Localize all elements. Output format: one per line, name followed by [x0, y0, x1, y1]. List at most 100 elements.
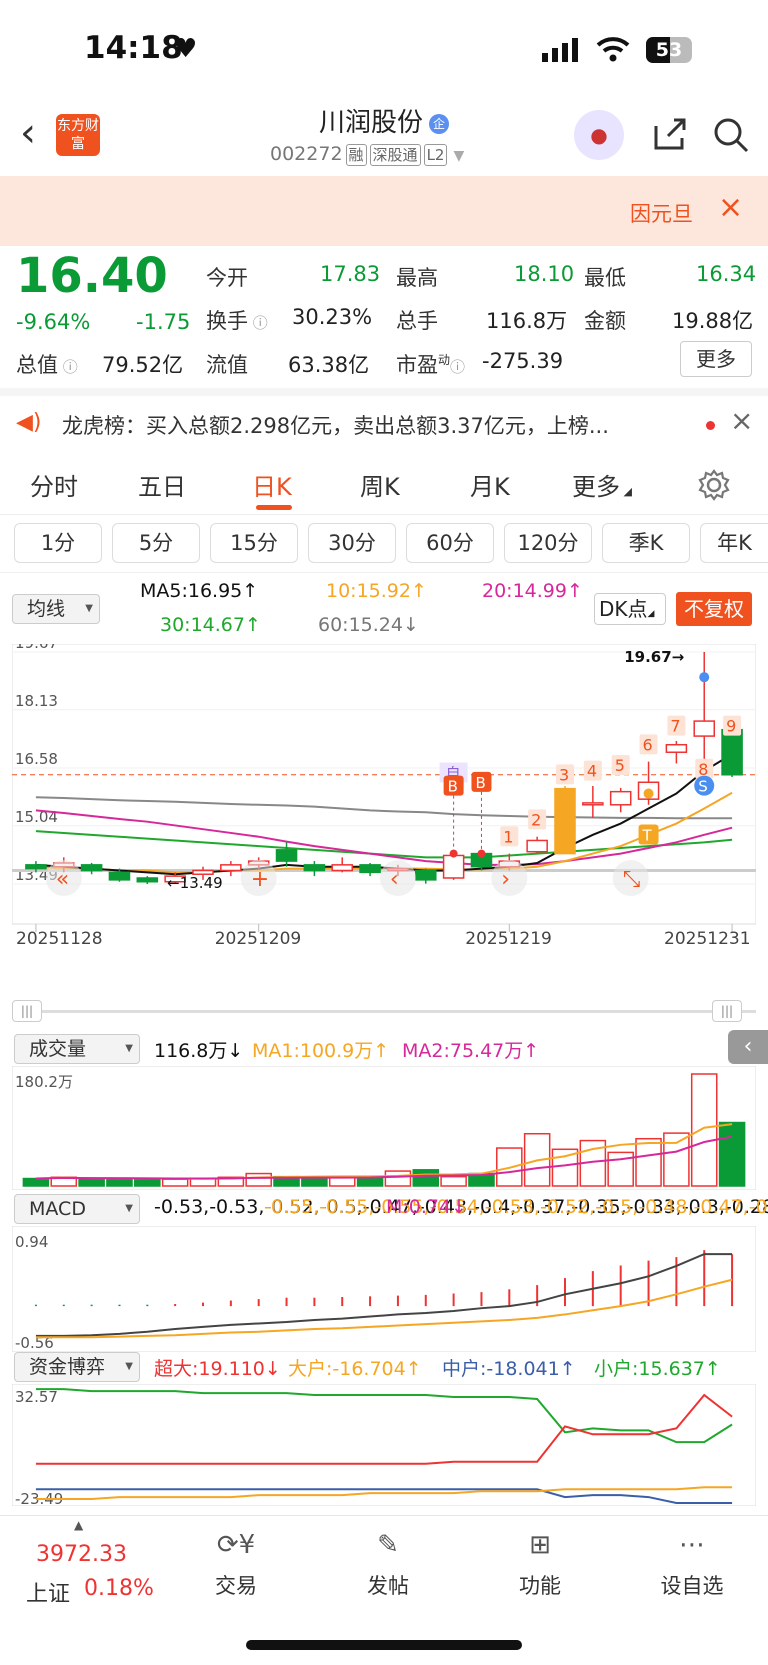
- volume-chart: 180.2万: [12, 1066, 756, 1190]
- period-30min[interactable]: 30分: [308, 523, 396, 563]
- dk-point-select[interactable]: DK点◢: [594, 593, 666, 625]
- scroll-handle-left[interactable]: |||: [12, 1000, 42, 1022]
- nav-add-watchlist[interactable]: ⋯ 设自选: [642, 1530, 742, 1600]
- float-label: 流值: [206, 353, 248, 377]
- chart-frame: [12, 1384, 756, 1506]
- fund-bottom-label: -23.49: [15, 1490, 63, 1506]
- more-button[interactable]: 更多: [680, 341, 752, 377]
- nav-post[interactable]: ✎ 发帖: [338, 1530, 438, 1600]
- settings-gear-icon[interactable]: [698, 469, 730, 501]
- scroll-handle-right[interactable]: |||: [712, 1000, 742, 1022]
- y-tick-label: 16.58: [15, 750, 58, 768]
- volume-bar: [663, 1132, 690, 1187]
- candle-body: [108, 871, 131, 881]
- stock-code: 002272: [270, 143, 343, 165]
- heart-icon: ♥: [174, 34, 198, 64]
- tab-five-day[interactable]: 五日: [138, 467, 186, 502]
- volume-label: 总手: [396, 309, 438, 333]
- volume-select[interactable]: 成交量 ▼: [14, 1034, 140, 1064]
- high-value: 18.10: [514, 262, 575, 286]
- period-60min[interactable]: 60分: [406, 523, 494, 563]
- tab-daily-k[interactable]: 日K: [252, 467, 292, 502]
- period-15min[interactable]: 15分: [210, 523, 298, 563]
- fund-mid: 中户:-18.041↑: [442, 1358, 576, 1380]
- collapse-panel-button[interactable]: ‹: [728, 1030, 768, 1064]
- period-year-k[interactable]: 年K: [700, 523, 768, 563]
- more-dots-icon: ⋯: [679, 1530, 705, 1560]
- signal-icon: [542, 38, 578, 62]
- tag-connect: 深股通: [369, 144, 421, 166]
- status-time: 14:18: [84, 30, 183, 66]
- nav-trade[interactable]: ⟳¥ 交易: [186, 1530, 286, 1600]
- macd-select[interactable]: MACD ▼: [14, 1194, 140, 1224]
- tag-l2: L2: [423, 144, 448, 166]
- news-strip[interactable]: ◀) 龙虎榜：买入总额2.298亿元，卖出总额3.37亿元，上榜... ×: [0, 388, 768, 454]
- period-5min[interactable]: 5分: [112, 523, 200, 563]
- tab-weekly-k[interactable]: 周K: [360, 467, 400, 502]
- period-1min[interactable]: 1分: [14, 523, 102, 563]
- wifi-icon: [596, 37, 630, 62]
- low-value: 16.34: [696, 262, 757, 286]
- volume-bar: [440, 1175, 467, 1187]
- pct-change: -9.64%: [16, 310, 91, 334]
- volume-bar: [384, 1170, 412, 1187]
- promo-banner[interactable]: 因元旦 ×: [0, 176, 768, 246]
- mktcap-value: 79.52亿: [102, 353, 184, 377]
- t-signal-dot: [643, 788, 654, 799]
- kline-chart[interactable]: 19.6718.1316.5815.0413.49202511282025120…: [12, 644, 756, 954]
- mktcap-label: 总值 ⓘ: [16, 353, 78, 377]
- chart-nav-icon: ‹: [390, 867, 399, 892]
- volume-bar: [690, 1073, 718, 1187]
- info-icon[interactable]: ⓘ: [450, 358, 465, 376]
- period-120min[interactable]: 120分: [504, 523, 592, 563]
- news-text: 龙虎榜：买入总额2.298亿元，卖出总额3.37亿元，上榜...: [62, 414, 609, 438]
- candle-body: [609, 790, 632, 806]
- ma-select[interactable]: 均线 ▼: [12, 594, 100, 624]
- speaker-icon: ◀): [16, 410, 42, 435]
- dropdown-icon[interactable]: ▼: [453, 148, 464, 164]
- period-quarter-k[interactable]: 季K: [602, 523, 690, 563]
- chart-nav-icon: ›: [501, 867, 510, 892]
- status-bar: 14:18 ♥ 53: [0, 0, 768, 100]
- info-icon[interactable]: ⓘ: [58, 358, 78, 376]
- signal-dot: [449, 849, 458, 858]
- chart-scrollbar[interactable]: ||| |||: [12, 1000, 756, 1022]
- candle-body: [554, 787, 576, 855]
- index-name: 上证: [26, 1582, 71, 1607]
- edit-icon: ✎: [377, 1530, 399, 1560]
- index-value[interactable]: 3972.33: [36, 1542, 127, 1567]
- candle-body: [582, 802, 604, 806]
- ma60-value: 60:15.24↓: [318, 614, 419, 636]
- nav-function[interactable]: ⊞ 功能: [490, 1530, 590, 1600]
- info-icon[interactable]: ⓘ: [248, 314, 268, 332]
- ma30-value: 30:14.67↑: [160, 614, 261, 636]
- low-label: 最低: [584, 266, 626, 290]
- y-tick-label: 18.13: [15, 692, 58, 710]
- td-count-label: 5: [615, 756, 625, 775]
- expand-up-icon[interactable]: ▲: [74, 1518, 83, 1532]
- banner-text: 因元旦: [630, 202, 693, 226]
- td-count-label: 4: [587, 762, 597, 781]
- x-tick-label: 20251219: [465, 929, 552, 949]
- search-icon[interactable]: [712, 116, 750, 154]
- macd-m: M:0.74↓: [386, 1196, 468, 1218]
- grid-icon: ⊞: [529, 1530, 551, 1560]
- close-icon[interactable]: ×: [730, 404, 753, 437]
- tab-monthly-k[interactable]: 月K: [470, 467, 510, 502]
- fund-chart: 32.57 -23.49: [12, 1384, 756, 1506]
- tab-intraday[interactable]: 分时: [30, 467, 78, 502]
- fund-select[interactable]: 资金博弈 ▼: [14, 1352, 140, 1382]
- float-value: 63.38亿: [288, 353, 370, 377]
- adjust-button[interactable]: 不复权: [676, 592, 752, 626]
- candle-body: [721, 728, 743, 776]
- tab-more[interactable]: 更多 ◢: [572, 467, 632, 502]
- robot-avatar-icon[interactable]: ●: [574, 110, 624, 160]
- share-icon[interactable]: [652, 116, 688, 152]
- macd-dea-line: [35, 1278, 733, 1339]
- macd-dif-line: [35, 1253, 733, 1337]
- chart-tabs: 分时 五日 日K 周K 月K 更多 ◢: [0, 455, 768, 515]
- x-tick-label: 20251231: [664, 929, 751, 949]
- macd-dea: -0.55,-0.55,-0.55,-0.54,-0.53,-0.52,-0.5…: [264, 1196, 768, 1218]
- close-icon[interactable]: ×: [718, 190, 743, 225]
- candle-body: [414, 869, 437, 881]
